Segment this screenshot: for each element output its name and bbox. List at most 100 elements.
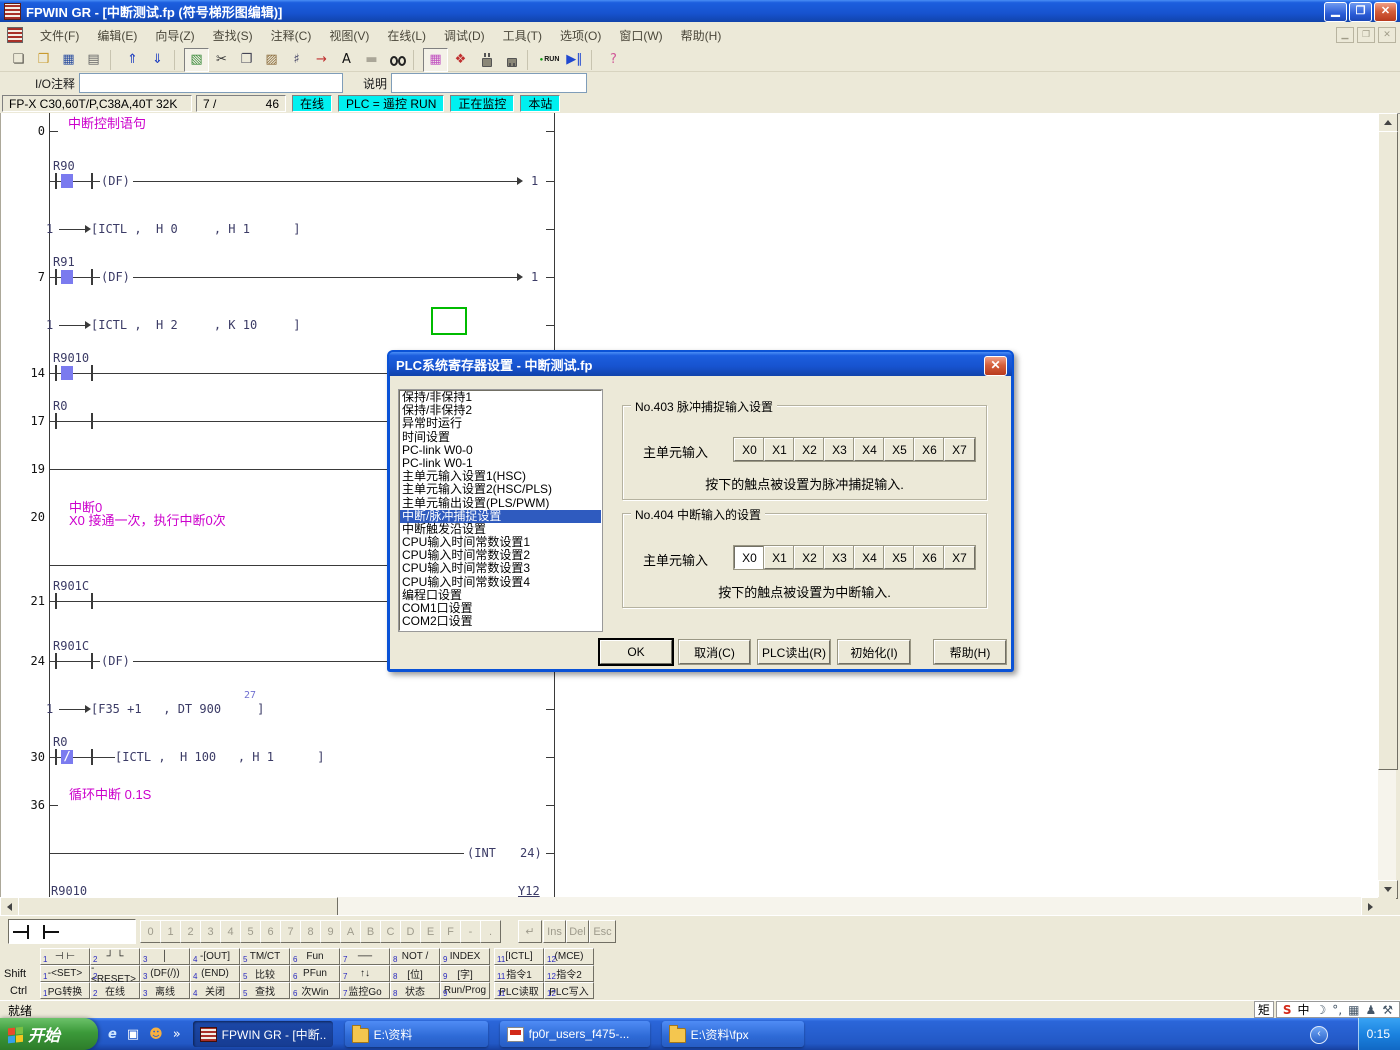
input-toggle-x7[interactable]: X7 [944,438,975,461]
offline-icon[interactable] [473,48,498,72]
desktop-icon[interactable]: ▣ [127,1027,139,1042]
digit-key-F[interactable]: F [440,920,461,943]
text-entry-icon[interactable]: A [334,48,359,72]
scroll-left-button[interactable] [0,897,19,917]
fkey-shift-8[interactable]: [位]8 [390,965,440,982]
fkey-shift-1[interactable]: -<SET>1 [40,965,90,982]
fkey--11[interactable]: [ICTL]11 [494,948,544,965]
ime-bar[interactable]: 矩S中☽°‚▦♟⚒ [1254,1001,1400,1018]
relay-comment-icon[interactable]: ♯ [284,48,309,72]
menu-item-8[interactable]: 工具(T) [494,24,551,47]
input-toggle-x2[interactable]: X2 [794,438,825,461]
sogou-icon[interactable]: S [1283,1003,1292,1017]
fkey-ctrl-3[interactable]: 离线3 [140,982,190,999]
fkey-shift-4[interactable]: (END)4 [190,965,240,982]
input-toggle-x4[interactable]: X4 [854,438,885,461]
fkey--6[interactable]: Fun6 [290,948,340,965]
start-button[interactable]: 开始 [0,1018,98,1050]
find-icon[interactable] [384,48,409,72]
restore-button[interactable]: ❐ [1349,2,1372,22]
menu-item-9[interactable]: 选项(O) [551,24,610,47]
taskbar-task-0[interactable]: FPWIN GR - [中断... [193,1021,333,1047]
fkey-shift-6[interactable]: PFun6 [290,965,340,982]
dialog-button-4[interactable]: 帮助(H) [934,640,1006,664]
menu-item-5[interactable]: 视图(V) [320,24,378,47]
menu-item-0[interactable]: 文件(F) [31,24,88,47]
menu-item-10[interactable]: 窗口(W) [610,24,671,47]
digit-key-B[interactable]: B [360,920,381,943]
vertical-scroll-thumb[interactable] [1378,131,1398,770]
fkey-ctrl-9[interactable]: Run/Prog9 [440,982,490,999]
fkey--1[interactable]: ⊣ ⊢1 [40,948,90,965]
dialog-close-button[interactable]: ✕ [984,356,1007,376]
paste-icon[interactable]: ▨ [259,48,284,72]
menu-item-4[interactable]: 注释(C) [262,24,321,47]
input-toggle-x6[interactable]: X6 [914,546,945,569]
digit-key-2[interactable]: 2 [180,920,201,943]
dialog-button-0[interactable]: OK [600,640,672,664]
digit-key-3[interactable]: 3 [200,920,221,943]
digit-key-9[interactable]: 9 [320,920,341,943]
fkey-shift-12[interactable]: 指令212 [544,965,594,982]
monitor-icon[interactable]: ▦ [423,48,448,72]
close-button[interactable]: ✕ [1374,2,1397,22]
dialog-button-3[interactable]: 初始化(I) [838,640,910,664]
input-toggle-x5[interactable]: X5 [884,438,915,461]
register-list-item[interactable]: 主单元输出设置(PLS/PWM) [400,497,601,510]
messenger-icon[interactable]: ☻ [149,1027,163,1042]
menu-item-7[interactable]: 调试(D) [435,24,494,47]
ladder-instruction[interactable]: [ICTL , H 2 , K 10 ] [91,318,301,332]
help-icon[interactable]: ? [601,48,626,72]
ime-icon-4[interactable]: ⚒ [1382,1003,1393,1017]
fkey-ctrl-7[interactable]: 监控Go7 [340,982,390,999]
ime-icon-2[interactable]: ▦ [1348,1003,1359,1017]
blank-icon[interactable]: ▬ [359,48,384,72]
input-toggle-x1[interactable]: X1 [764,438,795,461]
input-toggle-x1[interactable]: X1 [764,546,795,569]
copy-icon[interactable]: ❐ [234,48,259,72]
minimize-button[interactable]: ▁ [1324,2,1347,22]
chevron-icon[interactable]: » [173,1027,181,1042]
ime-toolbar[interactable]: S中☽°‚▦♟⚒ [1276,1001,1400,1018]
digit-key-1[interactable]: 1 [160,920,181,943]
ie-icon[interactable]: e [108,1027,117,1042]
fkey--9[interactable]: INDEX9 [440,948,490,965]
ime-icon-3[interactable]: ♟ [1365,1003,1376,1017]
digit-key-D[interactable]: D [400,920,421,943]
scroll-up-button[interactable] [1378,113,1398,132]
digit-key-0[interactable]: 0 [140,920,161,943]
digit-key-A[interactable]: A [340,920,361,943]
fkey-ctrl-2[interactable]: 在线2 [90,982,140,999]
digit-key-4[interactable]: 4 [220,920,241,943]
input-toggle-x4[interactable]: X4 [854,546,885,569]
digit-key-8[interactable]: 8 [300,920,321,943]
taskbar-task-2[interactable]: fp0r_users_f475-... [500,1021,650,1047]
menu-item-3[interactable]: 查找(S) [204,24,262,47]
register-list-item[interactable]: COM2口设置 [400,615,601,628]
ladder-instruction[interactable]: [ICTL , H 0 , H 1 ] [91,222,301,236]
run-mode-icon[interactable]: RUN [537,48,562,72]
edit-key-2[interactable]: Del [566,920,589,943]
input-toggle-x0[interactable]: X0 [734,438,765,461]
ime-icon-0[interactable]: ☽ [1316,1003,1327,1017]
input-toggle-x3[interactable]: X3 [824,438,855,461]
description-input[interactable] [391,73,587,93]
fkey-ctrl-5[interactable]: 查找5 [240,982,290,999]
menu-item-11[interactable]: 帮助(H) [672,24,731,47]
fkey-shift-3[interactable]: (DF(/))3 [140,965,190,982]
open-file-icon[interactable]: ❒ [31,48,56,72]
mdi-minimize-button[interactable]: ▁ [1336,27,1354,43]
select-mode-icon[interactable]: ▧ [184,48,209,72]
input-toggle-x7[interactable]: X7 [944,546,975,569]
fkey-shift-9[interactable]: [字]9 [440,965,490,982]
dialog-button-1[interactable]: 取消(C) [679,640,750,664]
digit-key-7[interactable]: 7 [280,920,301,943]
tray-collapse-button[interactable]: ‹ [1310,1026,1328,1044]
ladder-instruction[interactable]: [F35 +1 , DT 900 ] [91,702,264,716]
run-pause-icon[interactable]: ▶∥ [562,48,587,72]
register-list-item[interactable]: 异常时运行 [400,417,601,430]
ladder-cursor[interactable] [431,307,467,335]
input-toggle-x6[interactable]: X6 [914,438,945,461]
fkey-ctrl-8[interactable]: 状态8 [390,982,440,999]
digit-key--[interactable]: - [460,920,481,943]
